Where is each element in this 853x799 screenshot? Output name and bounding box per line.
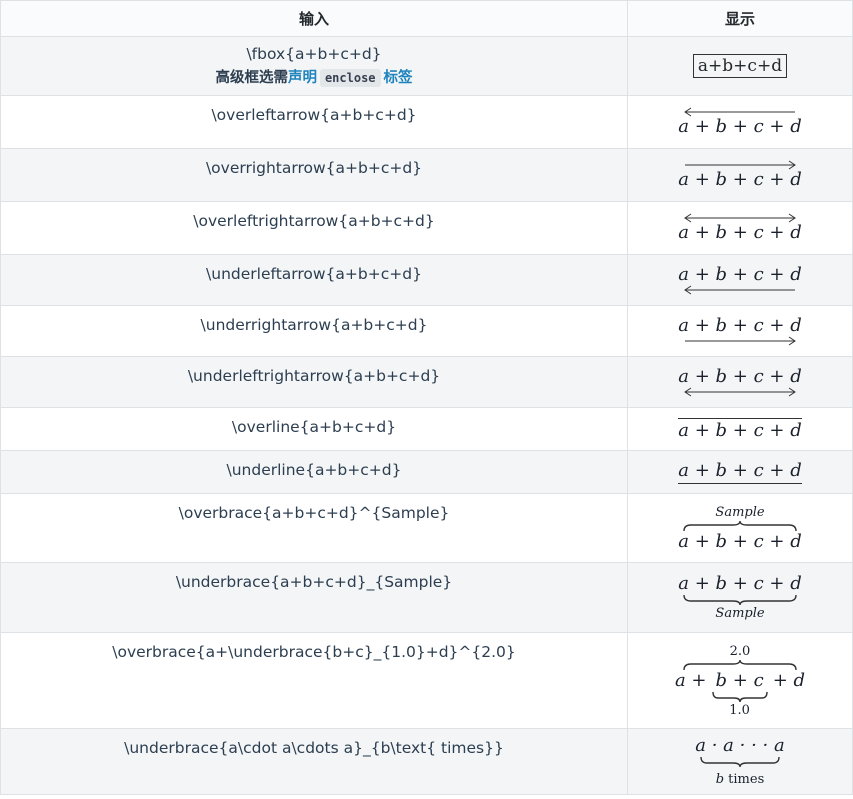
note-text: 高级框选需 xyxy=(215,70,288,86)
output-cell: a + b + c + d Sample xyxy=(627,562,853,633)
table-row: \underbrace{a\cdot a\cdots a}_{b\text{ t… xyxy=(0,728,853,795)
math-expression: a + b + c + d xyxy=(678,264,802,285)
math-expression: a · a · · · a xyxy=(695,735,785,756)
math-expression: a + b + c + d xyxy=(678,530,802,552)
math-expression: a + b + c + d xyxy=(678,169,802,190)
table-row: \underline{a+b+c+d} a + b + c + d xyxy=(0,450,853,494)
output-cell: 2.0 a + b + c 1.0 + d xyxy=(627,632,853,729)
output-cell: a + b + c + d xyxy=(627,201,853,255)
underbrace-icon xyxy=(700,756,780,768)
formula-table: 输入 显示 \fbox{a+b+c+d} 高级框选需声明 enclose 标签 a+… xyxy=(0,0,853,795)
table-row: \overbrace{a+b+c+d}^{Sample} Sample a + … xyxy=(0,493,853,563)
math-part-bc: b + c xyxy=(715,669,764,691)
latex-source: \fbox{a+b+c+d} xyxy=(246,45,382,63)
input-cell: \underleftrightarrow{a+b+c+d} xyxy=(0,356,628,408)
left-right-arrow-icon xyxy=(684,387,796,397)
input-cell: \overleftrightarrow{a+b+c+d} xyxy=(0,201,628,255)
input-cell: \underrightarrow{a+b+c+d} xyxy=(0,305,628,357)
math-expression: a + b + c + d xyxy=(678,222,802,243)
math-expression: a + b + c + d xyxy=(678,417,802,441)
table-row: \underbrace{a+b+c+d}_{Sample} a + b + c … xyxy=(0,562,853,633)
output-column-header: 显示 xyxy=(627,0,853,37)
output-cell: a+b+c+d xyxy=(627,36,853,96)
declare-link[interactable]: 声明 xyxy=(288,70,317,86)
table-row: \fbox{a+b+c+d} 高级框选需声明 enclose 标签 a+b+c+d xyxy=(0,36,853,96)
output-cell: a + b + c + d xyxy=(627,407,853,451)
fbox-note: 高级框选需声明 enclose 标签 xyxy=(1,66,627,87)
underbrace-icon xyxy=(683,594,797,606)
output-cell: a + b + c + d xyxy=(627,148,853,202)
output-cell: a + b + c + d xyxy=(627,450,853,494)
table-row: \underrightarrow{a+b+c+d} a + b + c + d xyxy=(0,305,853,357)
brace-label-b: b xyxy=(715,772,725,787)
right-arrow-icon xyxy=(685,336,796,346)
brace-label: Sample xyxy=(715,504,765,520)
math-expression: a + b + c + d xyxy=(678,366,802,387)
output-cell: a + b + c + d xyxy=(627,356,853,408)
output-cell: a + b + c + d xyxy=(627,95,853,149)
fbox-render: a+b+c+d xyxy=(692,54,788,78)
math-expression: a + b + c + d xyxy=(678,573,802,594)
math-expression: a + b + c + d xyxy=(678,315,802,336)
input-column-header: 输入 xyxy=(0,0,628,37)
table-header-row: 输入 显示 xyxy=(0,0,853,37)
output-cell: a · a · · · a b times xyxy=(627,728,853,795)
brace-label-bottom: 1.0 xyxy=(729,702,750,718)
table-row: \underleftarrow{a+b+c+d} a + b + c + d xyxy=(0,254,853,306)
input-cell: \underbrace{a+b+c+d}_{Sample} xyxy=(0,562,628,633)
input-cell: \overleftarrow{a+b+c+d} xyxy=(0,95,628,149)
enclose-code: enclose xyxy=(319,69,381,87)
underbrace-icon xyxy=(711,691,768,702)
table-row: \overleftrightarrow{a+b+c+d} a + b + c +… xyxy=(0,201,853,255)
input-cell: \underline{a+b+c+d} xyxy=(0,450,628,494)
math-expression: a + b + c + d xyxy=(678,116,802,137)
brace-label-top: 2.0 xyxy=(729,643,751,659)
overbrace-icon xyxy=(683,659,797,670)
output-cell: a + b + c + d xyxy=(627,305,853,357)
tag-link[interactable]: 标签 xyxy=(384,70,413,86)
input-cell: \underbrace{a\cdot a\cdots a}_{b\text{ t… xyxy=(0,728,628,795)
input-cell: \overbrace{a+b+c+d}^{Sample} xyxy=(0,493,628,563)
math-expression: a + b + c + d xyxy=(678,460,802,484)
table-row: \overrightarrow{a+b+c+d} a + b + c + d xyxy=(0,148,853,202)
output-cell: Sample a + b + c + d xyxy=(627,493,853,563)
table-row: \underleftrightarrow{a+b+c+d} a + b + c … xyxy=(0,356,853,408)
input-cell: \overbrace{a+\underbrace{b+c}_{1.0}+d}^{… xyxy=(0,632,628,729)
table-row: \overbrace{a+\underbrace{b+c}_{1.0}+d}^{… xyxy=(0,632,853,729)
brace-label-times: times xyxy=(724,772,765,787)
input-cell: \overrightarrow{a+b+c+d} xyxy=(0,148,628,202)
input-cell: \underleftarrow{a+b+c+d} xyxy=(0,254,628,306)
output-cell: a + b + c + d xyxy=(627,254,853,306)
table-row: \overline{a+b+c+d} a + b + c + d xyxy=(0,407,853,451)
input-cell: \fbox{a+b+c+d} 高级框选需声明 enclose 标签 xyxy=(0,36,628,96)
input-cell: \overline{a+b+c+d} xyxy=(0,407,628,451)
left-arrow-icon xyxy=(684,285,795,295)
brace-label: Sample xyxy=(715,606,765,621)
math-part-a: a + xyxy=(674,669,707,691)
overbrace-icon xyxy=(683,520,797,531)
math-part-d: + d xyxy=(772,669,806,691)
table-row: \overleftarrow{a+b+c+d} a + b + c + d xyxy=(0,95,853,149)
